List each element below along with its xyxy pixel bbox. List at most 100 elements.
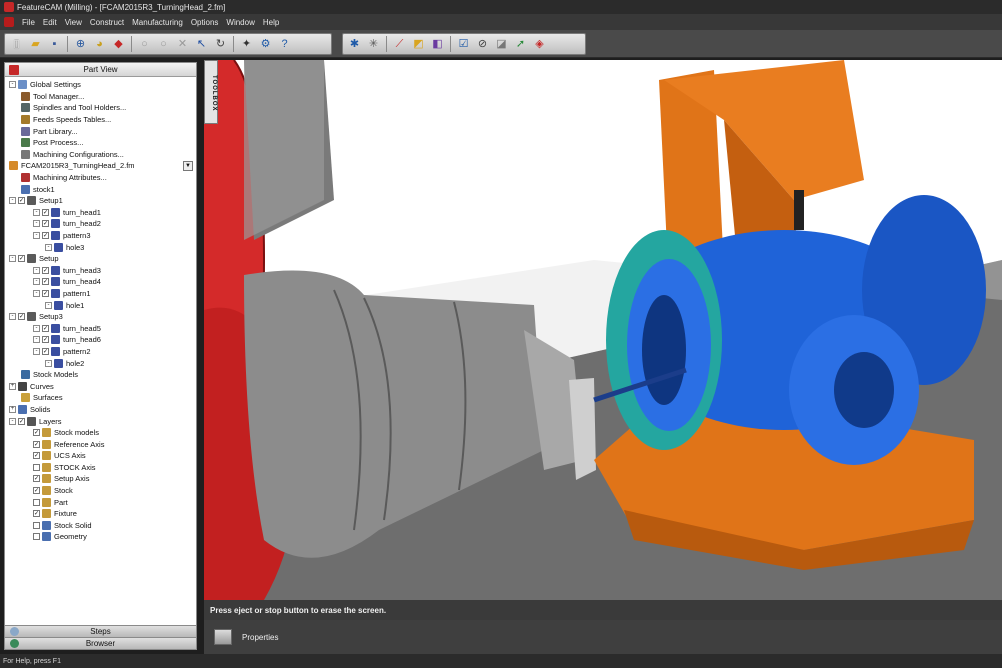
tree-item[interactable]: - ✓ Setup1 (5, 195, 196, 207)
tree-item[interactable]: STOCK Axis (5, 462, 196, 474)
collapse-icon[interactable]: - (33, 289, 40, 297)
visibility-checkbox[interactable]: ✓ (42, 266, 49, 274)
collapse-icon[interactable]: - (33, 232, 40, 240)
lasso-icon[interactable]: ↻ (212, 36, 229, 53)
tree-item[interactable]: ✓ Fixture (5, 508, 196, 520)
collapse-icon[interactable]: - (33, 347, 40, 355)
visibility-checkbox[interactable]: ✓ (42, 208, 49, 216)
visibility-checkbox[interactable] (33, 533, 40, 541)
collapse-icon[interactable]: - (33, 220, 40, 228)
stock-icon[interactable]: ◪ (493, 36, 510, 53)
tree-item[interactable]: Surfaces (5, 392, 196, 404)
tab-steps[interactable]: Steps (5, 625, 196, 637)
tree-item[interactable]: - ✓ turn_head4 (5, 276, 196, 288)
chevron-down-icon[interactable]: ▼ (183, 161, 193, 172)
tree-item[interactable]: - ✓ Setup3 (5, 311, 196, 323)
tree-item[interactable]: - ✓ Setup (5, 253, 196, 265)
collapse-icon[interactable]: - (45, 301, 52, 309)
tree-item[interactable]: Stock Solid (5, 520, 196, 532)
tree-item[interactable]: Machining Attributes... (5, 172, 196, 184)
properties-icon[interactable] (214, 629, 232, 645)
tree-item[interactable]: ✓ UCS Axis (5, 450, 196, 462)
simulate-icon[interactable]: ⊘ (474, 36, 491, 53)
tree-item[interactable]: ✓ Setup Axis (5, 473, 196, 485)
collapse-icon[interactable]: - (33, 336, 40, 344)
tree-item[interactable]: - ✓ turn_head5 (5, 322, 196, 334)
help-icon[interactable]: ? (276, 36, 293, 53)
graphics-viewport[interactable] (204, 60, 1002, 600)
tree-item[interactable]: - hole3 (5, 241, 196, 253)
new-file-icon[interactable]: ▯ (8, 36, 25, 53)
solid-tool-icon[interactable]: ◧ (429, 36, 446, 53)
visibility-checkbox[interactable]: ✓ (18, 255, 25, 263)
tree-item[interactable]: FCAM2015R3_TurningHead_2.fm ▼ (5, 160, 196, 172)
visibility-checkbox[interactable]: ✓ (42, 347, 49, 355)
tree-item[interactable]: - Global Settings (5, 79, 196, 91)
visibility-checkbox[interactable]: ✓ (33, 452, 40, 460)
menu-window[interactable]: Window (226, 18, 254, 27)
nc-code-icon[interactable]: ◈ (531, 36, 548, 53)
tree-item[interactable]: + Curves (5, 380, 196, 392)
tree-item[interactable]: - ✓ pattern2 (5, 346, 196, 358)
tree-item[interactable]: stock1 (5, 183, 196, 195)
tree-item[interactable]: ✓ Stock (5, 485, 196, 497)
tree-item[interactable]: ✓ Stock models (5, 427, 196, 439)
tree-item[interactable]: - ✓ turn_head3 (5, 265, 196, 277)
menu-help[interactable]: Help (263, 18, 279, 27)
tree-item[interactable]: ✓ Reference Axis (5, 438, 196, 450)
tree-item[interactable]: - ✓ pattern1 (5, 288, 196, 300)
tree-item[interactable]: Part Library... (5, 125, 196, 137)
collapse-icon[interactable]: - (33, 266, 40, 274)
menu-edit[interactable]: Edit (43, 18, 57, 27)
line-tool-icon[interactable]: ⟋ (391, 36, 408, 53)
visibility-checkbox[interactable]: ✓ (42, 324, 49, 332)
expand-icon[interactable]: + (9, 382, 16, 390)
open-folder-icon[interactable]: ▰ (27, 36, 44, 53)
snap-point-icon[interactable]: ✳ (365, 36, 382, 53)
collapse-icon[interactable]: - (9, 255, 16, 263)
visibility-checkbox[interactable]: ✓ (42, 336, 49, 344)
visibility-checkbox[interactable]: ✓ (18, 417, 25, 425)
collapse-icon[interactable]: - (9, 417, 16, 425)
collapse-icon[interactable]: - (45, 243, 52, 251)
tree-item[interactable]: Feeds Speeds Tables... (5, 114, 196, 126)
collapse-icon[interactable]: - (9, 81, 16, 89)
magic-wand-icon[interactable]: ✦ (238, 36, 255, 53)
visibility-checkbox[interactable]: ✓ (42, 278, 49, 286)
menu-view[interactable]: View (65, 18, 82, 27)
globe-view-icon[interactable]: ⊕ (72, 36, 89, 53)
surface-tool-icon[interactable]: ◩ (410, 36, 427, 53)
expand-icon[interactable]: + (9, 405, 16, 413)
tree-item[interactable]: - ✓ pattern3 (5, 230, 196, 242)
tree-item[interactable]: Post Process... (5, 137, 196, 149)
properties-label[interactable]: Properties (242, 633, 278, 642)
menu-construct[interactable]: Construct (90, 18, 124, 27)
visibility-checkbox[interactable]: ✓ (33, 440, 40, 448)
tree-item[interactable]: - ✓ turn_head6 (5, 334, 196, 346)
collapse-icon[interactable]: - (9, 197, 16, 205)
tree-item[interactable]: Spindles and Tool Holders... (5, 102, 196, 114)
tree-item[interactable]: - ✓ turn_head2 (5, 218, 196, 230)
toolbox-tab[interactable]: TOOLBOX (204, 60, 218, 124)
collapse-icon[interactable]: - (33, 208, 40, 216)
color-wheel-icon[interactable]: ◕ (91, 36, 108, 53)
collapse-icon[interactable]: - (33, 324, 40, 332)
visibility-checkbox[interactable]: ✓ (33, 429, 40, 437)
collapse-icon[interactable]: - (33, 278, 40, 286)
save-icon[interactable]: ▪ (46, 36, 63, 53)
tree-item[interactable]: Stock Models (5, 369, 196, 381)
visibility-checkbox[interactable] (33, 521, 40, 529)
visibility-checkbox[interactable]: ✓ (42, 289, 49, 297)
visibility-checkbox[interactable]: ✓ (33, 475, 40, 483)
tree-item[interactable]: Geometry (5, 531, 196, 543)
tree-item[interactable]: + Solids (5, 404, 196, 416)
tree-item[interactable]: - ✓ turn_head1 (5, 207, 196, 219)
menu-file[interactable]: File (22, 18, 35, 27)
visibility-checkbox[interactable]: ✓ (18, 197, 25, 205)
tab-browser[interactable]: Browser (5, 637, 196, 649)
menu-manufacturing[interactable]: Manufacturing (132, 18, 183, 27)
tree-item[interactable]: Part (5, 496, 196, 508)
menu-options[interactable]: Options (191, 18, 219, 27)
visibility-checkbox[interactable]: ✓ (33, 487, 40, 495)
settings-icon[interactable]: ⚙ (257, 36, 274, 53)
